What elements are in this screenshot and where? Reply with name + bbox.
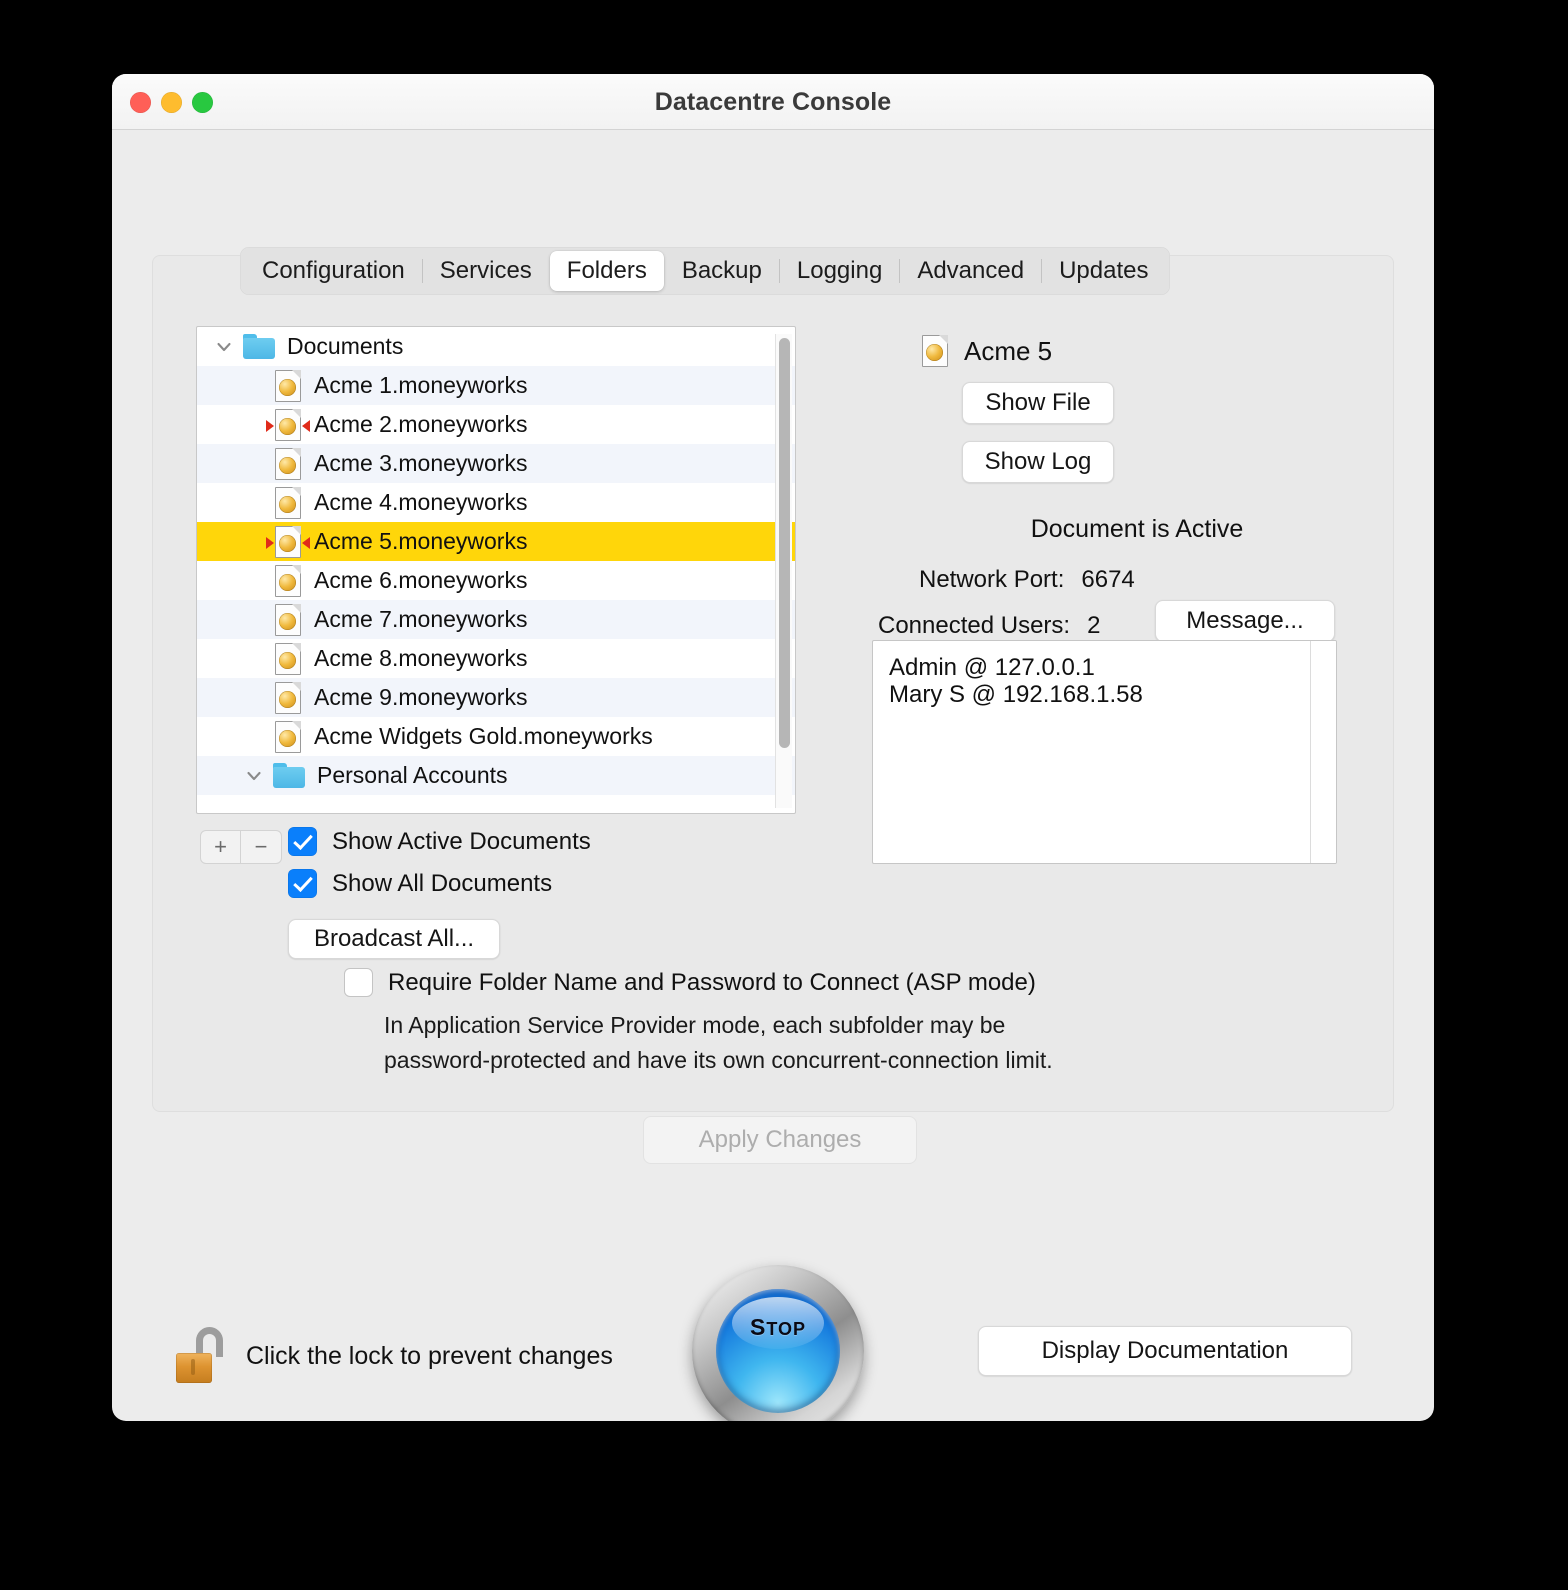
folders-tree-view[interactable]: Documents Acme 1.moneyworks Acme 2.moneywo…	[196, 326, 796, 814]
tree-row-document[interactable]: Acme 7.moneyworks	[197, 600, 795, 639]
folder-icon	[243, 334, 275, 359]
tree-row-label: Acme 4.moneyworks	[314, 489, 528, 515]
connected-users-lines: Admin @ 127.0.0.1 Mary S @ 192.168.1.58	[889, 654, 1143, 709]
chevron-down-icon[interactable]	[241, 763, 267, 789]
remove-folder-button[interactable]: −	[241, 830, 282, 864]
add-folder-button[interactable]: +	[200, 830, 241, 864]
show-log-button[interactable]: Show Log	[962, 441, 1114, 483]
document-globe-icon	[275, 447, 301, 480]
tree-row-document[interactable]: Acme 9.moneyworks	[197, 678, 795, 717]
tree-row-document[interactable]: Acme 8.moneyworks	[197, 639, 795, 678]
show-active-documents-checkbox[interactable]	[288, 827, 317, 856]
stop-server-button[interactable]: STOP	[692, 1265, 864, 1421]
tab-folders[interactable]: Folders	[549, 251, 664, 291]
network-port-field: Network Port: 6674	[919, 566, 1135, 594]
tree-row-label: Documents	[287, 333, 404, 359]
connected-users-scrollbar[interactable]	[1310, 641, 1336, 863]
connected-users-value: 2	[1087, 612, 1101, 639]
lock-toggle[interactable]: Click the lock to prevent changes	[174, 1325, 613, 1387]
display-documentation-button[interactable]: Display Documentation	[978, 1326, 1352, 1376]
document-globe-active-icon	[266, 408, 310, 441]
tree-row-label: Acme 7.moneyworks	[314, 606, 528, 632]
tree-row-document[interactable]: Acme 6.moneyworks	[197, 561, 795, 600]
tree-scrollbar[interactable]	[775, 334, 792, 808]
show-file-button[interactable]: Show File	[962, 382, 1114, 424]
datacentre-console-window: Datacentre Console Configuration Services…	[112, 74, 1434, 1421]
apply-changes-button[interactable]: Apply Changes	[643, 1116, 917, 1164]
desktop-background: Datacentre Console Configuration Services…	[0, 0, 1568, 1590]
document-globe-icon	[275, 681, 301, 714]
tree-row-document[interactable]: Acme 5.moneyworks	[197, 522, 795, 561]
tab-bar: Configuration Services Folders Backup Loggin…	[240, 247, 1171, 295]
document-globe-icon	[275, 564, 301, 597]
asp-mode-label: Require Folder Name and Password to Conn…	[388, 968, 1036, 996]
tree-row-label: Personal Accounts	[317, 762, 508, 788]
connected-user-entry: Admin @ 127.0.0.1	[889, 654, 1095, 681]
detail-document-title: Acme 5	[922, 335, 1052, 367]
folders-tree-list: Documents Acme 1.moneyworks Acme 2.moneywo…	[197, 327, 795, 795]
document-status-text: Document is Active	[1030, 515, 1244, 543]
lock-hint-text: Click the lock to prevent changes	[246, 1341, 613, 1370]
tree-row-label: Acme Widgets Gold.moneyworks	[314, 723, 653, 749]
document-globe-icon	[275, 486, 301, 519]
broadcast-all-button[interactable]: Broadcast All...	[288, 919, 500, 959]
tree-row-document[interactable]: Acme 3.moneyworks	[197, 444, 795, 483]
connected-users-label: Connected Users:	[878, 612, 1071, 639]
window-titlebar: Datacentre Console	[112, 74, 1434, 130]
tree-row-folder[interactable]: Documents	[197, 327, 795, 366]
tab-updates[interactable]: Updates	[1042, 251, 1165, 291]
tab-configuration[interactable]: Configuration	[245, 251, 422, 291]
tree-row-document[interactable]: Acme 4.moneyworks	[197, 483, 795, 522]
stop-button-face	[716, 1289, 840, 1413]
asp-mode-checkbox-row[interactable]: Require Folder Name and Password to Conn…	[344, 968, 1036, 997]
add-remove-folder-buttons: + −	[200, 830, 282, 864]
tab-advanced[interactable]: Advanced	[900, 251, 1041, 291]
tab-backup[interactable]: Backup	[665, 251, 779, 291]
network-port-value: 6674	[1081, 566, 1135, 593]
tab-services[interactable]: Services	[423, 251, 549, 291]
show-all-documents-checkbox-row[interactable]: Show All Documents	[288, 869, 552, 898]
tree-row-document[interactable]: Acme 2.moneyworks	[197, 405, 795, 444]
window-body: Configuration Services Folders Backup Loggin…	[112, 130, 1434, 1421]
show-all-documents-checkbox[interactable]	[288, 869, 317, 898]
show-active-documents-label: Show Active Documents	[332, 827, 591, 855]
document-globe-icon	[922, 335, 948, 367]
connected-user-entry: Mary S @ 192.168.1.58	[889, 681, 1143, 709]
asp-mode-description: In Application Service Provider mode, ea…	[384, 1012, 1053, 1073]
connected-users-list[interactable]: Admin @ 127.0.0.1 Mary S @ 192.168.1.58	[872, 640, 1337, 864]
detail-document-name: Acme 5	[964, 335, 1053, 366]
tree-row-document[interactable]: Acme Widgets Gold.moneyworks	[197, 717, 795, 756]
chevron-down-icon[interactable]	[211, 334, 237, 360]
tree-row-label: Acme 9.moneyworks	[314, 684, 528, 710]
tree-row-label: Acme 5.moneyworks	[314, 528, 528, 554]
tree-row-label: Acme 6.moneyworks	[314, 567, 528, 593]
network-port-label: Network Port:	[919, 566, 1065, 593]
connected-users-field: Connected Users: 2	[878, 612, 1100, 640]
tab-logging[interactable]: Logging	[780, 251, 899, 291]
tree-row-label: Acme 2.moneyworks	[314, 411, 528, 437]
tree-scrollbar-thumb[interactable]	[779, 338, 790, 748]
show-all-documents-label: Show All Documents	[332, 869, 553, 897]
document-globe-icon	[275, 642, 301, 675]
tree-row-document[interactable]: Acme 1.moneyworks	[197, 366, 795, 405]
window-title: Datacentre Console	[654, 87, 892, 116]
unlocked-padlock-icon[interactable]	[174, 1325, 228, 1387]
message-button[interactable]: Message...	[1155, 600, 1335, 642]
tree-row-folder[interactable]: Personal Accounts	[197, 756, 795, 795]
document-globe-icon	[275, 720, 301, 753]
folder-icon	[273, 763, 305, 788]
document-globe-icon	[275, 603, 301, 636]
tree-row-label: Acme 1.moneyworks	[314, 372, 528, 398]
document-globe-active-icon	[266, 525, 310, 558]
stop-button-label: STOP	[749, 1314, 807, 1340]
document-globe-icon	[275, 369, 301, 402]
tree-row-label: Acme 3.moneyworks	[314, 450, 528, 476]
asp-mode-checkbox[interactable]	[344, 968, 373, 997]
show-active-documents-checkbox-row[interactable]: Show Active Documents	[288, 827, 591, 856]
tree-row-label: Acme 8.moneyworks	[314, 645, 528, 671]
